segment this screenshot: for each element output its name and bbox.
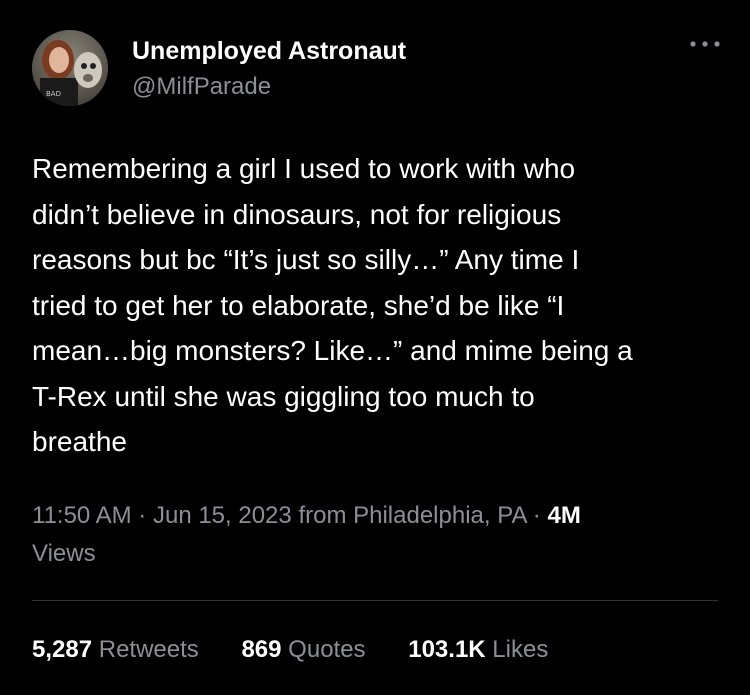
divider <box>32 600 718 601</box>
retweets-stat[interactable]: 5,287 Retweets <box>32 632 199 668</box>
views-count: 4M <box>547 502 581 529</box>
tweet-text-line: mean…big monsters? Like…” and mime being… <box>32 335 633 366</box>
retweets-count: 5,287 <box>32 636 93 663</box>
author-names: Unemployed Astronaut @MilfParade <box>132 36 406 102</box>
views-label: Views <box>32 540 96 567</box>
likes-stat[interactable]: 103.1K Likes <box>408 632 548 668</box>
likes-count: 103.1K <box>408 636 486 663</box>
quotes-count: 869 <box>241 636 282 663</box>
tweet-text-line: reasons but bc “It’s just so silly…” Any… <box>32 244 580 275</box>
tweet-text-line: tried to get her to elaborate, she’d be … <box>32 289 565 321</box>
tweet-date[interactable]: Jun 15, 2023 <box>153 502 292 529</box>
tweet-text-line: breathe <box>32 426 127 457</box>
svg-text:BAD: BAD <box>46 90 61 98</box>
retweets-label: Retweets <box>98 636 199 663</box>
display-name[interactable]: Unemployed Astronaut <box>132 36 406 66</box>
tweet-text: Remembering a girl I used to work with w… <box>32 146 722 465</box>
more-options-icon[interactable] <box>688 36 722 52</box>
quotes-label: Quotes <box>288 636 366 663</box>
meta-separator: · <box>138 502 147 529</box>
meta-separator: · <box>532 502 541 529</box>
handle[interactable]: @MilfParade <box>132 72 406 102</box>
tweet-text-line: T-Rex until she was giggling too much to <box>32 380 535 412</box>
likes-label: Likes <box>492 636 549 663</box>
tweet-header: BAD Unemployed Astronaut @MilfParade <box>32 30 722 106</box>
tweet-text-line: didn’t believe in dinosaurs, not for rel… <box>32 198 562 230</box>
tweet-time[interactable]: 11:50 AM <box>32 502 132 529</box>
tweet-meta: 11:50 AM · Jun 15, 2023 from Philadelphi… <box>32 497 722 573</box>
engagement-stats: 5,287 Retweets 869 Quotes 103.1K Likes <box>32 632 584 668</box>
tweet-text-line: Remembering a girl I used to work with w… <box>32 153 576 184</box>
tweet-location: from Philadelphia, PA <box>298 502 527 529</box>
quotes-stat[interactable]: 869 Quotes <box>241 632 365 668</box>
avatar[interactable]: BAD <box>32 30 108 106</box>
